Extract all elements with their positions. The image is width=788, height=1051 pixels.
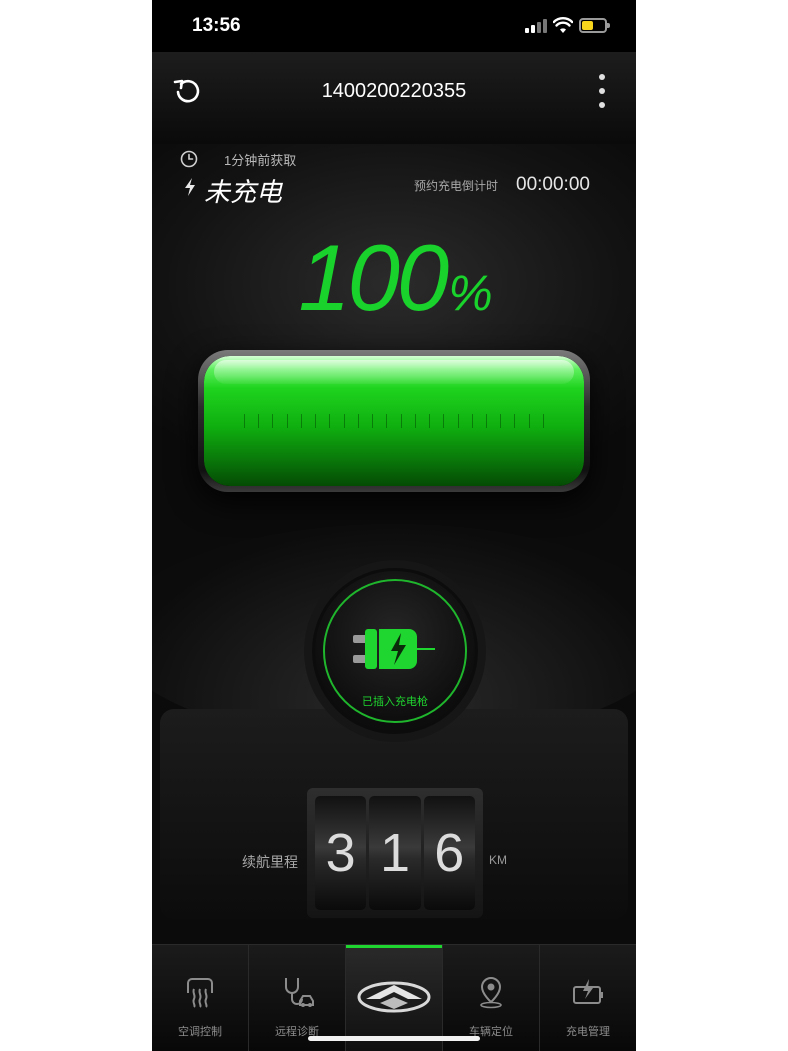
battery-scale-tick [457,414,459,428]
battery-scale-tick [286,414,288,428]
countdown-label: 预约充电倒计时 [414,179,499,193]
battery-status-icon [579,18,610,33]
odometer-digit: 3 [315,796,367,910]
battery-scale-tick [386,414,388,428]
battery-scale-tick [514,414,516,428]
status-bar: 13:56 [152,0,636,52]
tab-charging-management[interactable]: 充电管理 [540,945,636,1051]
odometer-digit: 1 [369,796,421,910]
battery-scale-tick [429,414,431,428]
battery-scale-tick [528,414,530,428]
tab-label: 空调控制 [178,1026,222,1038]
brand-logo-icon [357,981,431,1013]
clock-icon [180,150,198,168]
battery-gauge [198,350,590,492]
last-fetched-text: 1分钟前获取 [224,153,297,168]
lightning-icon [185,178,195,196]
countdown-value: 00:00:00 [516,174,590,195]
app-header: 1400200220355 [152,52,636,144]
charge-state: 未充电 [204,177,283,207]
battery-percent-number: 100 [298,225,449,330]
cellular-signal-icon [525,18,547,33]
odometer-digit: 6 [423,796,475,910]
air-conditioner-icon [187,978,213,1008]
battery-scale-tick [343,414,345,428]
range-unit: KM [489,853,507,867]
range-odometer: 3 1 6 [307,788,483,918]
plug-status-label: 已插入充电枪 [362,696,428,708]
charging-plug-icon [353,629,435,669]
battery-scale-tick [400,414,402,428]
battery-scale-tick [542,414,544,428]
battery-scale-tick [315,414,317,428]
plug-status-button[interactable]: 已插入充电枪 [312,568,478,734]
more-vertical-icon[interactable] [596,74,608,108]
battery-scale-ticks [244,414,544,428]
bottom-tab-bar: 空调控制 远程诊断 车辆定位 充电管理 [152,944,636,1051]
battery-scale-tick [357,414,359,428]
battery-scale-tick [258,414,260,428]
battery-scale-tick [443,414,445,428]
battery-scale-tick [500,414,502,428]
charging-dashboard: 1分钟前获取 未充电 预约充电倒计时 00:00:00 100% 已插入充电枪 … [152,144,636,944]
battery-scale-tick [272,414,274,428]
tab-label: 充电管理 [566,1026,610,1038]
status-time: 13:56 [192,15,241,36]
stethoscope-car-icon [285,978,314,1007]
charging-battery-icon [573,979,603,1004]
vehicle-id-title: 1400200220355 [321,80,467,102]
tab-air-conditioner[interactable]: 空调控制 [152,945,249,1051]
battery-scale-tick [485,414,487,428]
phone-screen: 13:56 1400200220355 1分钟前获取 未充电 预约充电倒计时 0… [152,0,636,1051]
wifi-icon [553,17,573,33]
battery-scale-tick [244,414,245,428]
battery-scale-tick [414,414,416,428]
battery-percent: 100% [152,224,636,332]
range-label: 续航里程 [242,854,298,870]
battery-scale-tick [329,414,331,428]
battery-scale-tick [471,414,473,428]
percent-sign: % [448,265,493,321]
location-pin-icon [480,976,502,1009]
battery-scale-tick [300,414,302,428]
home-indicator[interactable] [308,1036,480,1041]
battery-scale-tick [372,414,374,428]
